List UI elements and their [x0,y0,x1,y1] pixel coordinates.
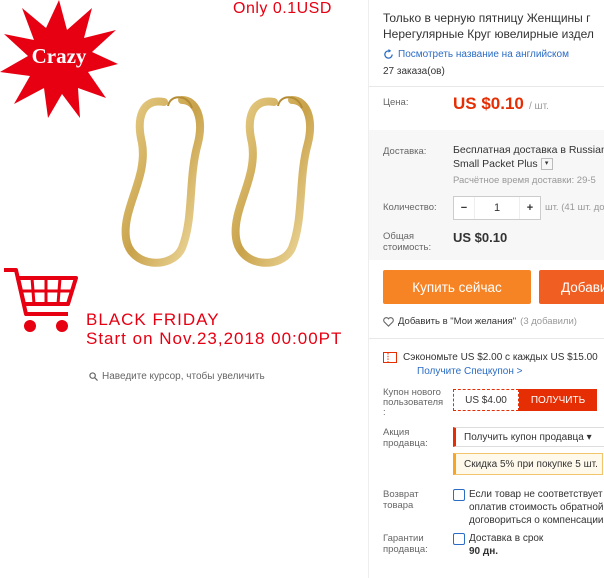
return-policy-icon [453,489,465,501]
guarantee-info: Доставка в срок 90 дн. [453,532,543,558]
refresh-icon [384,49,393,59]
price-promo-text: Only 0.1USD [233,0,332,17]
quantity-stepper[interactable]: − 1 + [453,196,541,220]
orders-count: 27 заказа(ов) [383,66,445,77]
heart-icon [383,316,394,327]
divider [369,338,604,339]
returns-policy: Если товар не соответствует оплатив стои… [453,488,604,527]
special-coupon-link[interactable]: Получите Спецкупон > [417,366,523,377]
price-value: US $0.10 [453,94,524,113]
seller-promo-label-line: продавца: [383,438,428,449]
shipping-label: Доставка: [383,146,427,157]
bulk-discount-tag: Скидка 5% при покупке 5 шт. [453,453,603,475]
earrings-image [121,96,314,267]
returns-line: оплатив стоимость обратной [469,502,604,513]
total-value: US $0.10 [453,230,508,245]
wishlist-count: (3 добавили) [520,316,577,327]
price-label: Цена: [383,97,409,108]
returns-line: договориться о компенсации [469,515,604,526]
add-to-cart-button[interactable]: Добави [539,270,604,304]
guarantee-label: Гарантии продавца: [383,533,428,555]
seller-coupon-dropdown[interactable]: Получить купон продавца ▾ [453,427,604,447]
divider [369,86,604,87]
seller-promo-label-line: Акция [383,427,410,438]
new-user-coupon-label: Купон нового пользователя : [383,388,443,418]
translate-link[interactable]: Посмотреть название на английском [383,49,569,60]
guarantee-label-line: продавца: [383,544,428,555]
guarantee-days: 90 дн. [469,546,499,557]
product-title-line: Только в черную пятницу Женщины г [383,11,591,25]
quantity-input[interactable]: 1 [474,197,520,219]
returns-line: Если товар не соответствует [469,489,603,500]
crazy-badge: Crazy [31,44,87,68]
product-title-line: Нерегулярные Круг ювелирные издел [383,27,594,41]
savings-text: Сэкономьте US $2.00 с каждых US $15.00 [403,352,598,363]
black-friday-title: BLACK FRIDAY [86,310,220,329]
translate-link-text: Посмотреть название на английском [398,49,569,60]
savings-row: Сэкономьте US $2.00 с каждых US $15.00 [383,352,598,363]
shipping-value: Бесплатная доставка в Russian [453,144,604,156]
shopping-cart-icon [4,268,78,332]
total-label: Общая стоимость: [383,231,431,253]
magnifier-icon [89,372,98,381]
price-unit: / шт. [529,101,549,112]
product-image[interactable]: Crazy Only 0.1USD BLACK FRIDAY Start on … [0,0,368,578]
chevron-down-icon: ▾ [540,158,553,170]
shipping-method-text: Small Packet Plus [453,158,538,170]
quantity-increase-button[interactable]: + [520,202,540,214]
shipping-method-select[interactable]: Small Packet Plus ▾ [453,158,553,170]
wishlist-text: Добавить в "Мои желания" [398,316,517,327]
wishlist-link[interactable]: Добавить в "Мои желания" (3 добавили) [383,316,577,327]
returns-label-line: Возврат [383,489,419,500]
coupon-amount: US $4.00 [453,389,519,411]
get-coupon-button[interactable]: ПОЛУЧИТЬ [519,389,597,411]
on-time-delivery-icon [453,533,465,545]
zoom-hint-text: Наведите курсор, чтобы увеличить [102,371,265,382]
coupon-label-line: пользователя [383,397,444,408]
black-friday-date: Start on Nov.23,2018 00:00PT [86,329,343,348]
product-title: Только в черную пятницу Женщины г Нерегу… [383,10,594,42]
delivery-time: Расчётное время доставки: 29-5 [453,175,596,186]
seller-promo-label: Акция продавца: [383,427,428,449]
coupon-icon [383,352,397,363]
guarantee-line: Доставка в срок [469,533,544,544]
guarantee-label-line: Гарантии [383,533,424,544]
buy-now-button[interactable]: Купить сейчас [383,270,531,304]
returns-label-line: товара [383,500,414,511]
quantity-label: Количество: [383,202,437,213]
quantity-decrease-button[interactable]: − [454,202,474,214]
quantity-available: шт. (41 шт. до [545,202,604,213]
product-info-panel: Только в черную пятницу Женщины г Нерегу… [368,0,604,578]
zoom-hint: Наведите курсор, чтобы увеличить [89,371,265,382]
coupon-label-line: : [383,407,386,418]
total-label-line: стоимость: [383,242,432,253]
total-label-line: Общая [383,231,415,242]
returns-label: Возврат товара [383,489,419,511]
